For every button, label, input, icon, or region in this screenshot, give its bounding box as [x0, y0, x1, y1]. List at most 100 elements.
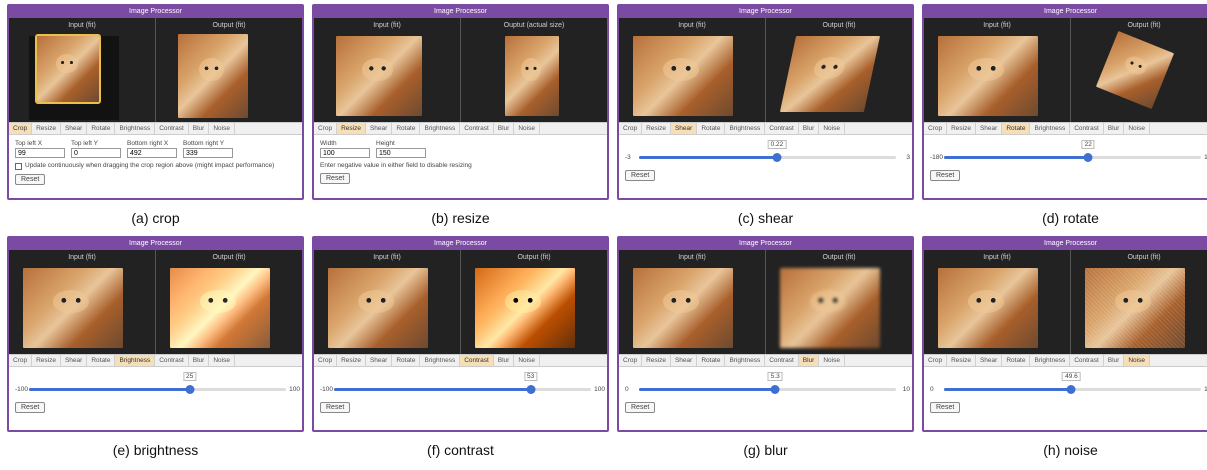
tab-crop[interactable]: Crop — [619, 355, 643, 366]
tab-contrast[interactable]: Contrast — [765, 123, 799, 134]
tab-resize[interactable]: Resize — [642, 123, 671, 134]
tab-shear[interactable]: Shear — [671, 355, 698, 366]
tab-crop[interactable]: Crop — [314, 355, 338, 366]
reset-button[interactable]: Reset — [320, 173, 351, 184]
tab-blur[interactable]: Blur — [494, 123, 515, 134]
tab-blur[interactable]: Blur — [494, 355, 515, 366]
tab-resize[interactable]: Resize — [337, 123, 366, 134]
tab-noise[interactable]: Noise — [819, 355, 845, 366]
tab-brightness[interactable]: Brightness — [115, 123, 156, 134]
slider-track[interactable] — [639, 385, 896, 394]
tab-crop[interactable]: Crop — [9, 355, 33, 366]
slider-thumb[interactable] — [770, 385, 780, 394]
output-pane: Output (fit) — [155, 18, 302, 122]
tab-brightness[interactable]: Brightness — [1030, 123, 1071, 134]
slider-track[interactable] — [639, 153, 896, 162]
tab-crop[interactable]: Crop — [924, 123, 948, 134]
input-image[interactable] — [35, 34, 101, 104]
tab-resize[interactable]: Resize — [32, 355, 61, 366]
field-input[interactable] — [183, 148, 233, 158]
tab-contrast[interactable]: Contrast — [155, 123, 189, 134]
tab-rotate[interactable]: Rotate — [1002, 355, 1031, 366]
tab-brightness[interactable]: Brightness — [725, 355, 766, 366]
tab-rotate[interactable]: Rotate — [697, 123, 726, 134]
reset-button[interactable]: Reset — [625, 402, 656, 413]
field-input[interactable] — [15, 148, 65, 158]
output-label: Output (fit) — [212, 254, 246, 261]
tab-contrast[interactable]: Contrast — [155, 355, 189, 366]
tab-crop[interactable]: Crop — [314, 123, 338, 134]
field-input[interactable] — [376, 148, 426, 158]
tab-contrast[interactable]: Contrast — [460, 123, 494, 134]
tab-blur[interactable]: Blur — [1104, 123, 1125, 134]
tab-brightness[interactable]: Brightness — [725, 123, 766, 134]
tab-brightness[interactable]: Brightness — [1030, 355, 1071, 366]
tab-noise[interactable]: Noise — [209, 355, 235, 366]
tab-brightness[interactable]: Brightness — [420, 355, 461, 366]
input-label: Input (fit) — [373, 22, 401, 29]
tab-shear[interactable]: Shear — [366, 123, 393, 134]
tab-contrast[interactable]: Contrast — [1070, 123, 1104, 134]
slider-track[interactable] — [944, 385, 1201, 394]
tab-blur[interactable]: Blur — [798, 355, 820, 366]
tab-shear[interactable]: Shear — [61, 123, 88, 134]
tab-resize[interactable]: Resize — [947, 123, 976, 134]
tab-noise[interactable]: Noise — [209, 123, 235, 134]
tab-noise[interactable]: Noise — [1124, 123, 1150, 134]
tab-brightness[interactable]: Brightness — [115, 355, 156, 366]
output-image — [178, 34, 248, 118]
tab-rotate[interactable]: Rotate — [1002, 123, 1031, 134]
tab-brightness[interactable]: Brightness — [420, 123, 461, 134]
tab-blur[interactable]: Blur — [189, 123, 210, 134]
reset-button[interactable]: Reset — [15, 174, 46, 185]
reset-button[interactable]: Reset — [930, 170, 961, 181]
tab-shear[interactable]: Shear — [976, 123, 1003, 134]
slider-value: 49.6 — [1062, 372, 1081, 381]
checkbox-box[interactable] — [15, 163, 22, 170]
slider-thumb[interactable] — [1083, 153, 1093, 162]
update-continuously-checkbox[interactable]: Update continuously when dragging the cr… — [15, 162, 296, 170]
field-group: Top left Y — [71, 140, 121, 158]
tab-noise[interactable]: Noise — [514, 123, 540, 134]
slider-thumb[interactable] — [185, 385, 195, 394]
tab-resize[interactable]: Resize — [642, 355, 671, 366]
tab-resize[interactable]: Resize — [32, 123, 61, 134]
tab-rotate[interactable]: Rotate — [87, 123, 116, 134]
tab-contrast[interactable]: Contrast — [765, 355, 799, 366]
tab-contrast[interactable]: Contrast — [460, 355, 494, 366]
tab-shear[interactable]: Shear — [61, 355, 88, 366]
tab-rotate[interactable]: Rotate — [697, 355, 726, 366]
reset-button[interactable]: Reset — [320, 402, 351, 413]
slider-track[interactable] — [944, 153, 1201, 162]
slider-track[interactable] — [29, 385, 286, 394]
slider-track[interactable] — [334, 385, 591, 394]
field-input[interactable] — [71, 148, 121, 158]
tab-noise[interactable]: Noise — [514, 355, 540, 366]
slider-thumb[interactable] — [772, 153, 782, 162]
tab-blur[interactable]: Blur — [189, 355, 210, 366]
tab-resize[interactable]: Resize — [337, 355, 366, 366]
tab-crop[interactable]: Crop — [9, 123, 33, 134]
slider-thumb[interactable] — [1066, 385, 1076, 394]
tab-noise[interactable]: Noise — [819, 123, 845, 134]
tab-rotate[interactable]: Rotate — [392, 123, 421, 134]
reset-button[interactable]: Reset — [930, 402, 961, 413]
tab-blur[interactable]: Blur — [799, 123, 820, 134]
tab-shear[interactable]: Shear — [366, 355, 393, 366]
tab-contrast[interactable]: Contrast — [1070, 355, 1104, 366]
slider-thumb[interactable] — [526, 385, 536, 394]
input-image — [328, 268, 428, 348]
tab-blur[interactable]: Blur — [1104, 355, 1125, 366]
tab-shear[interactable]: Shear — [670, 123, 698, 134]
tab-rotate[interactable]: Rotate — [392, 355, 421, 366]
tab-noise[interactable]: Noise — [1124, 355, 1150, 366]
field-input[interactable] — [127, 148, 177, 158]
tab-crop[interactable]: Crop — [924, 355, 948, 366]
tab-shear[interactable]: Shear — [976, 355, 1003, 366]
reset-button[interactable]: Reset — [15, 402, 46, 413]
tab-rotate[interactable]: Rotate — [87, 355, 116, 366]
tab-resize[interactable]: Resize — [947, 355, 976, 366]
field-input[interactable] — [320, 148, 370, 158]
reset-button[interactable]: Reset — [625, 170, 656, 181]
tab-crop[interactable]: Crop — [619, 123, 643, 134]
